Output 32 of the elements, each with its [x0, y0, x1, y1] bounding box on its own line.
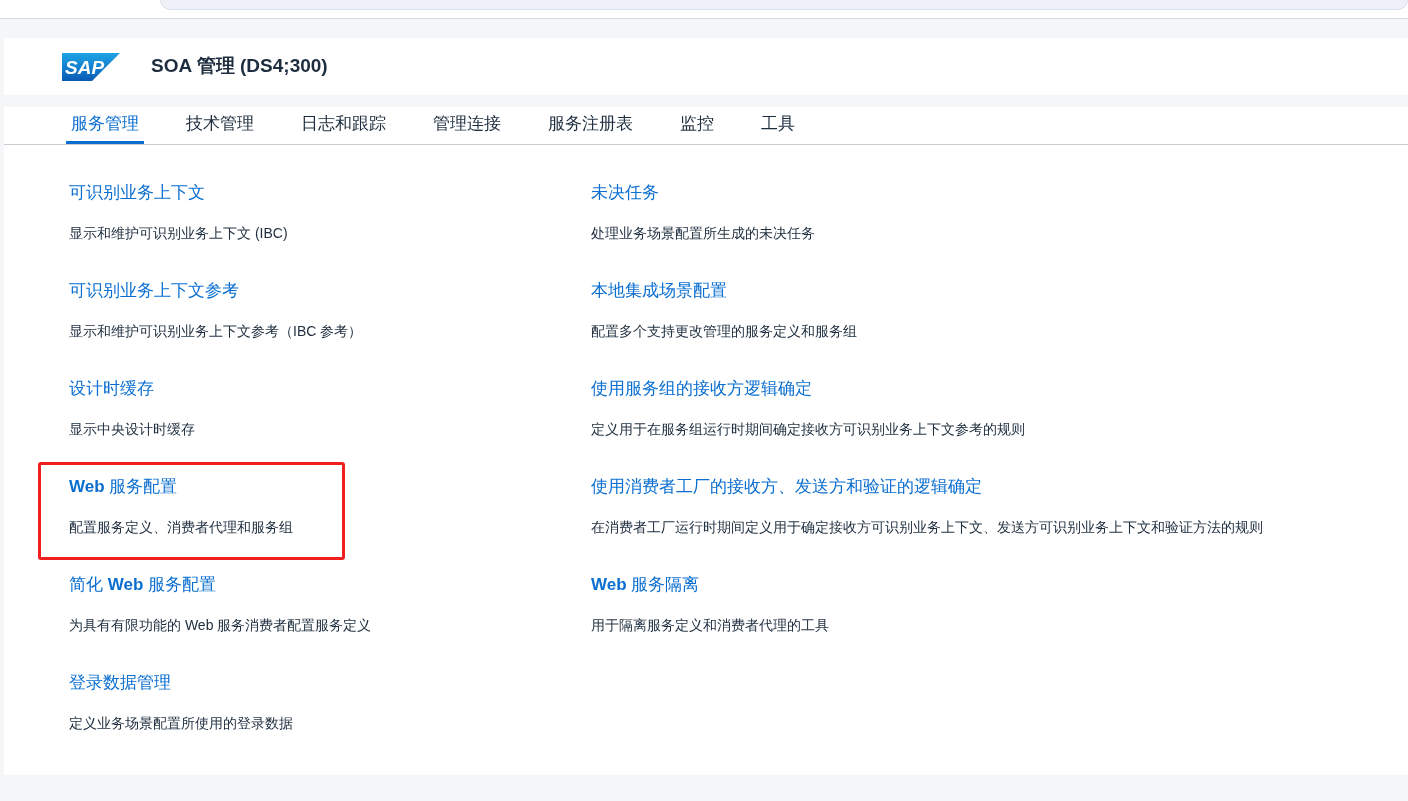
- link[interactable]: 未决任务: [591, 180, 659, 206]
- description: 定义业务场景配置所使用的登录数据: [69, 713, 293, 733]
- link[interactable]: 本地集成场景配置: [591, 278, 727, 304]
- description: 定义用于在服务组运行时期间确定接收方可识别业务上下文参考的规则: [591, 419, 1025, 439]
- description: 在消费者工厂运行时期间定义用于确定接收方可识别业务上下文、发送方可识别业务上下文和验证方法的规则: [591, 517, 1263, 537]
- description: 显示中央设计时缓存: [69, 419, 195, 439]
- description: 配置多个支持更改管理的服务定义和服务组: [591, 321, 857, 341]
- description: 显示和维护可识别业务上下文 (IBC): [69, 223, 288, 243]
- sap-logo: SAP: [62, 52, 120, 81]
- link[interactable]: 可识别业务上下文参考: [69, 278, 239, 304]
- link[interactable]: Web 服务隔离: [591, 572, 700, 598]
- tab[interactable]: 技术管理: [181, 107, 259, 144]
- link[interactable]: 可识别业务上下文: [69, 180, 205, 206]
- page-title: SOA 管理 (DS4;300): [151, 54, 328, 79]
- description: 用于隔离服务定义和消费者代理的工具: [591, 615, 829, 635]
- link[interactable]: 简化 Web 服务配置: [69, 572, 217, 598]
- tab[interactable]: 日志和跟踪: [296, 107, 391, 144]
- tab[interactable]: 管理连接: [428, 107, 506, 144]
- link[interactable]: 设计时缓存: [69, 376, 154, 402]
- link[interactable]: 使用服务组的接收方逻辑确定: [591, 376, 812, 402]
- tab[interactable]: 服务管理: [66, 107, 144, 144]
- description: 为具有有限功能的 Web 服务消费者配置服务定义: [69, 615, 372, 635]
- description: 处理业务场景配置所生成的未决任务: [591, 223, 815, 243]
- address-bar[interactable]: [160, 0, 1408, 10]
- link[interactable]: 登录数据管理: [69, 670, 171, 696]
- description: 显示和维护可识别业务上下文参考（IBC 参考）: [69, 321, 363, 341]
- tab[interactable]: 监控: [675, 107, 719, 144]
- link[interactable]: Web 服务配置: [69, 474, 178, 500]
- description: 配置服务定义、消费者代理和服务组: [69, 517, 293, 537]
- tab[interactable]: 工具: [756, 107, 800, 144]
- link[interactable]: 使用消费者工厂的接收方、发送方和验证的逻辑确定: [591, 474, 982, 500]
- tab[interactable]: 服务注册表: [543, 107, 638, 144]
